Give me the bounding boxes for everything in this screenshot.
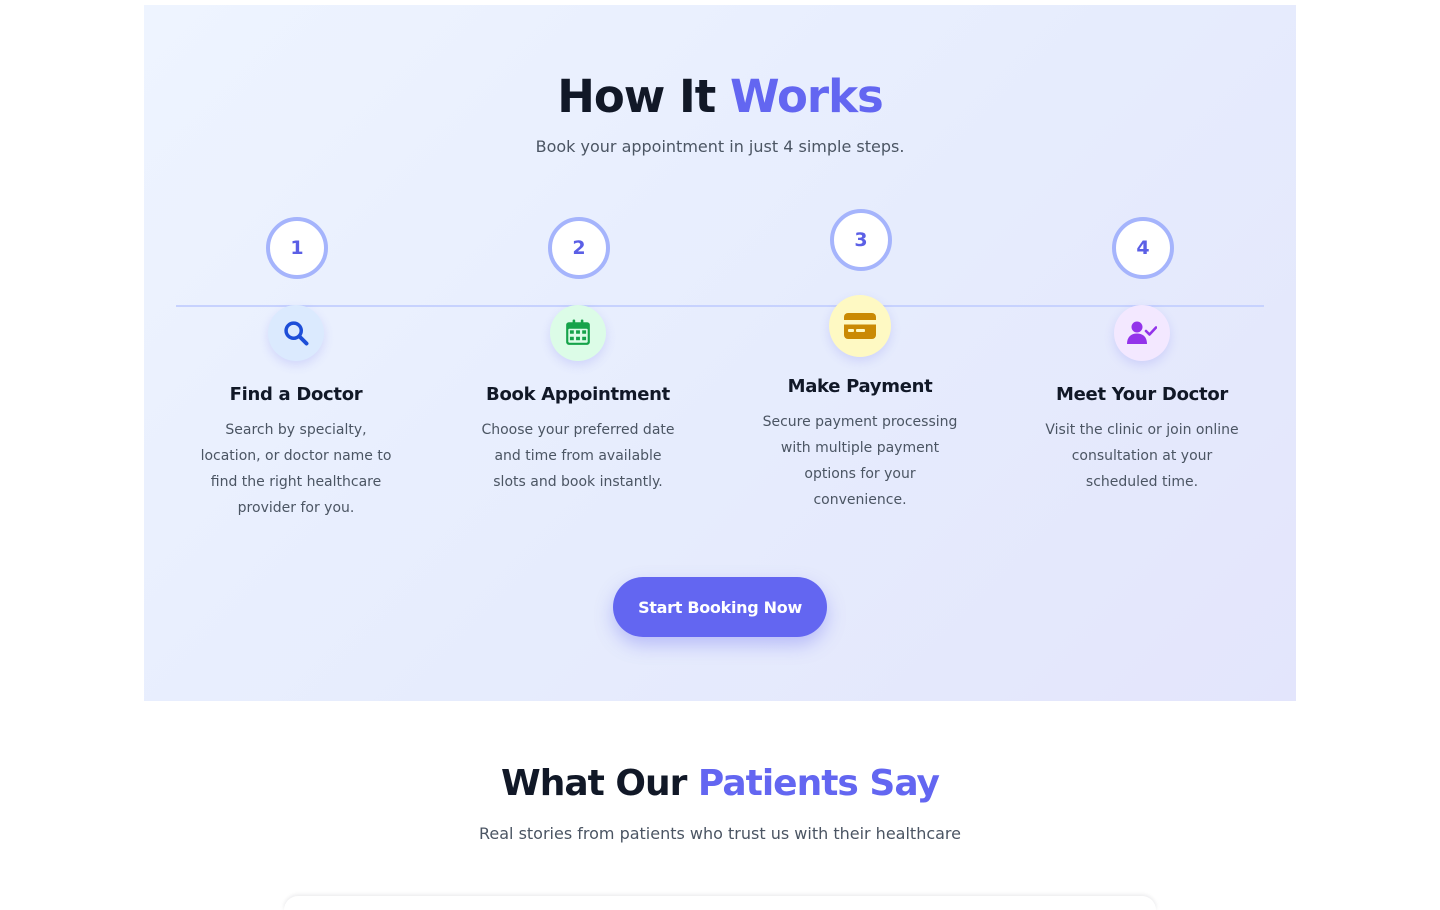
step-description: Choose your preferred date and time from… <box>481 422 675 490</box>
step-title: Find a Doctor <box>229 384 363 405</box>
step-title: Meet Your Doctor <box>1056 384 1228 405</box>
step-number-badge: 3 <box>830 209 892 271</box>
start-booking-button[interactable]: Start Booking Now <box>613 577 827 637</box>
step-description: Search by specialty, location, or doctor… <box>200 422 392 516</box>
testimonials-subtitle: Real stories from patients who trust us … <box>478 824 961 843</box>
testimonials-title-main: What Our <box>501 763 687 804</box>
step-make-payment: 3 Make Payment Secure payment processing… <box>750 209 970 529</box>
step-meet-doctor: 4 Meet Your Doctor Visit the clinic or j… <box>1032 217 1252 537</box>
calendar-icon <box>550 305 606 361</box>
how-it-works-subtitle: Book your appointment in just 4 simple s… <box>535 137 905 156</box>
user-check-icon <box>1114 305 1170 361</box>
step-number-badge: 2 <box>548 217 610 279</box>
credit-card-icon <box>829 295 891 357</box>
how-it-works-title-main: How It <box>557 70 716 123</box>
step-book-appointment: 2 Book Appointment Choose your preferred… <box>468 217 688 537</box>
step-description: Visit the clinic or join online consulta… <box>1045 422 1239 490</box>
testimonial-card <box>284 896 1156 910</box>
step-description: Secure payment processing with multiple … <box>762 414 958 508</box>
search-icon <box>268 305 324 361</box>
step-number-badge: 4 <box>1112 217 1174 279</box>
step-title: Book Appointment <box>486 384 670 405</box>
testimonials-title-accent: Patients Say <box>697 763 940 804</box>
how-it-works-title-accent: Works <box>729 70 884 123</box>
testimonials-title: What Our Patients Say <box>0 756 1440 812</box>
how-it-works-section: How It Works Book your appointment in ju… <box>144 5 1296 701</box>
step-find-doctor: 1 Find a Doctor Search by specialty, loc… <box>186 217 406 537</box>
step-number-badge: 1 <box>266 217 328 279</box>
how-it-works-title: How It Works <box>144 67 1296 127</box>
step-title: Make Payment <box>787 376 933 397</box>
